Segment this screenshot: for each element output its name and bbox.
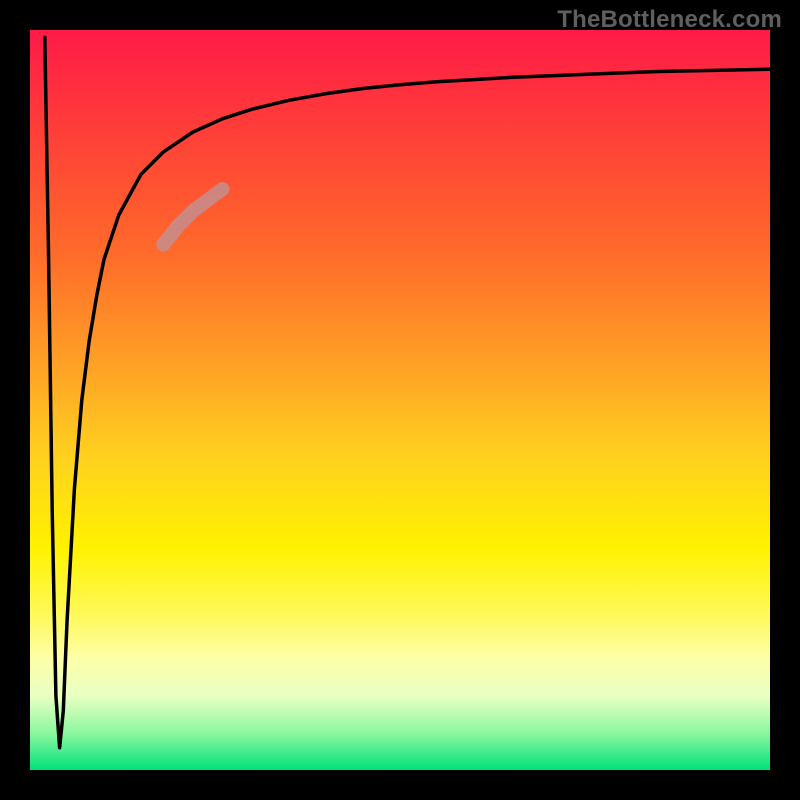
plot-area [30,30,770,770]
main-curve [45,37,770,747]
chart-frame: TheBottleneck.com [0,0,800,800]
highlight-segment [163,189,222,245]
watermark-text: TheBottleneck.com [557,6,782,34]
curve-layer [30,30,770,770]
